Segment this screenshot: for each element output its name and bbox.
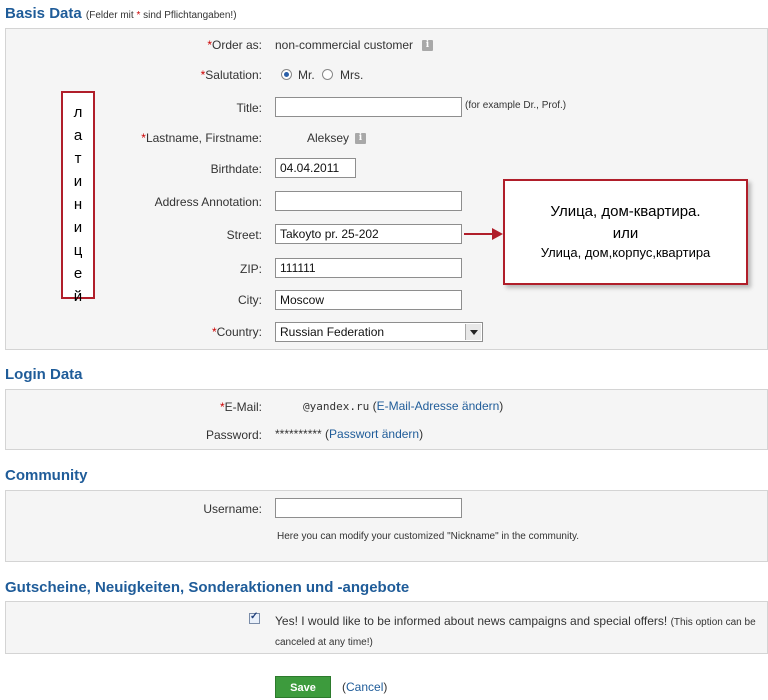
birthdate-label: Birthdate: xyxy=(210,162,262,176)
city-label: City: xyxy=(238,293,262,307)
address-annotation-label: Address Annotation: xyxy=(154,195,262,209)
annotation-letter: и xyxy=(73,173,83,190)
community-title: Community xyxy=(5,467,88,484)
email-value: @yandex.ru xyxy=(303,400,370,413)
callout-line-2: или xyxy=(612,225,639,242)
salutation-mr-radio[interactable] xyxy=(281,69,292,80)
username-hint: Here you can modify your customized "Nic… xyxy=(277,531,580,542)
country-select[interactable]: Russian Federation xyxy=(275,322,483,342)
zip-input[interactable]: 111111 xyxy=(275,258,462,278)
newsletter-text: Yes! I would like to be informed about n… xyxy=(275,612,765,652)
street-label: Street: xyxy=(226,228,262,242)
callout-line-1: Улица, дом-квартира. xyxy=(550,203,701,220)
change-password-link[interactable]: Passwort ändern xyxy=(329,427,419,441)
annotation-letter: л xyxy=(73,104,83,121)
basis-data-title: Basis Data (Felder mit * sind Pflichtang… xyxy=(5,5,237,22)
required-note-suffix: sind Pflichtangaben!) xyxy=(140,10,237,21)
email-row: @yandex.ru (E-Mail-Adresse ändern) xyxy=(303,399,504,413)
annotation-letter: а xyxy=(73,127,83,144)
country-select-value: Russian Federation xyxy=(280,325,385,339)
required-note: (Felder mit * sind Pflichtangaben!) xyxy=(86,10,237,21)
newsletter-small-text-2: canceled at any time!) xyxy=(275,637,373,648)
order-as-label: *Order as: xyxy=(207,38,262,52)
annotation-letter: й xyxy=(73,288,83,305)
title-input[interactable] xyxy=(275,97,462,117)
newsletter-small-text: (This option can be xyxy=(670,617,756,628)
newsletter-checkbox[interactable] xyxy=(249,611,260,624)
vertical-annotation-box: л а т и н и ц е й xyxy=(61,91,95,305)
title-hint: (for example Dr., Prof.) xyxy=(465,100,567,111)
salutation-mr-label[interactable]: Mr. xyxy=(298,68,315,82)
salutation-mrs-radio[interactable] xyxy=(322,69,333,80)
name-label: *Lastname, Firstname: xyxy=(141,131,262,145)
annotation-letter: н xyxy=(73,196,83,213)
order-as-value: non-commercial customer xyxy=(275,38,414,52)
zip-label: ZIP: xyxy=(239,262,262,276)
address-annotation-input[interactable] xyxy=(275,191,462,211)
name-value: Aleksey xyxy=(307,131,350,145)
username-input[interactable] xyxy=(275,498,462,518)
callout-line-3: Улица, дом,корпус,квартира xyxy=(540,245,711,260)
cancel-link[interactable]: Cancel xyxy=(346,680,383,694)
required-note-prefix: (Felder mit xyxy=(85,10,137,21)
city-input[interactable]: Moscow xyxy=(275,290,462,310)
basis-data-heading: Basis Data xyxy=(5,5,82,22)
salutation-mrs-label[interactable]: Mrs. xyxy=(340,68,363,82)
title-label: Title: xyxy=(236,101,262,115)
username-label: Username: xyxy=(203,502,262,516)
annotation-letter: е xyxy=(73,265,83,282)
street-input[interactable]: Takoyto pr. 25-202 xyxy=(275,224,462,244)
save-button[interactable]: Save xyxy=(275,676,331,698)
newsletter-main-text: Yes! I would like to be informed about n… xyxy=(275,614,668,628)
annotation-letter: и xyxy=(73,219,83,236)
street-format-callout: Улица, дом-квартира. или Улица, дом,корп… xyxy=(503,179,748,285)
password-label: Password: xyxy=(205,428,262,442)
chevron-down-icon[interactable] xyxy=(465,324,481,340)
info-icon[interactable]: i xyxy=(422,40,433,51)
annotation-letter: т xyxy=(74,150,82,167)
info-icon[interactable]: i xyxy=(355,133,366,144)
birthdate-input[interactable]: 04.04.2011 xyxy=(275,158,356,178)
news-title: Gutscheine, Neuigkeiten, Sonderaktionen … xyxy=(5,579,410,596)
annotation-letter: ц xyxy=(73,242,83,259)
country-label: *Country: xyxy=(211,325,262,339)
cancel-row: (Cancel) xyxy=(342,680,388,694)
arrow-right-icon xyxy=(464,228,503,240)
email-label: *E-Mail: xyxy=(219,400,262,414)
login-data-title: Login Data xyxy=(5,366,83,383)
change-email-link[interactable]: E-Mail-Adresse ändern xyxy=(377,399,500,413)
password-value: ********** xyxy=(275,427,322,441)
salutation-label: *Salutation: xyxy=(200,68,262,82)
password-row: ********** (Passwort ändern) xyxy=(275,427,424,441)
